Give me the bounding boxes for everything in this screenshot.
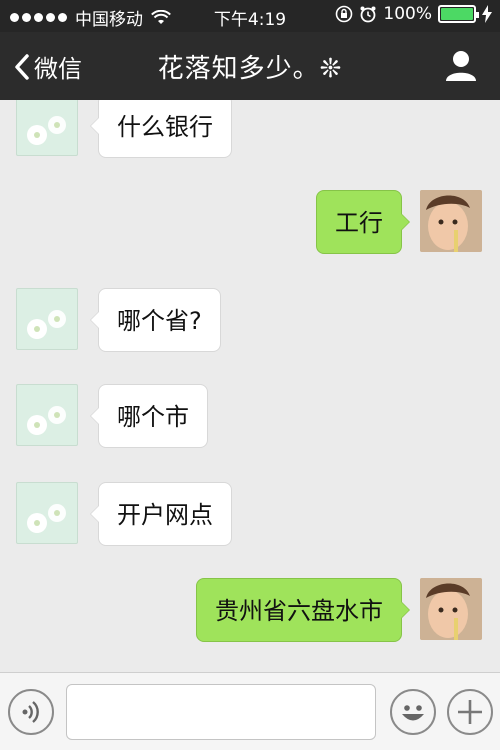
status-bar: 中国移动 下午4:19 100%	[0, 0, 500, 32]
more-button[interactable]	[447, 689, 493, 735]
voice-icon	[22, 701, 39, 723]
child-avatar-image	[420, 190, 482, 252]
my-avatar[interactable]	[420, 190, 482, 252]
message-bubble-incoming[interactable]: 哪个省?	[90, 288, 221, 352]
rotation-lock-icon	[336, 5, 353, 23]
flower-avatar-image	[27, 116, 66, 145]
charging-icon	[482, 5, 492, 23]
voice-input-button[interactable]	[8, 689, 54, 735]
nav-bar: 微信 花落知多少。❊	[0, 32, 500, 100]
chat-area[interactable]: 什么银行 工行 哪个省? 哪个市 开户网点 贵州省六盘水市	[0, 100, 500, 672]
alarm-icon	[360, 6, 376, 23]
child-avatar-image	[420, 578, 482, 640]
flower-avatar-image	[27, 406, 66, 435]
plus-icon	[458, 700, 482, 724]
message-text: 开户网点	[117, 501, 213, 529]
my-avatar[interactable]	[420, 578, 482, 640]
message-input[interactable]	[66, 684, 376, 740]
message-text: 工行	[335, 209, 383, 237]
message-bubble-incoming[interactable]: 什么银行	[90, 100, 232, 158]
profile-button[interactable]	[444, 48, 478, 86]
contact-avatar[interactable]	[16, 482, 78, 544]
flower-avatar-image	[27, 310, 66, 339]
message-text: 什么银行	[117, 113, 213, 141]
status-right: 100%	[335, 4, 492, 24]
person-icon	[446, 51, 476, 81]
battery-icon	[438, 5, 479, 23]
message-text: 哪个市	[117, 403, 189, 431]
message-bubble-incoming[interactable]: 开户网点	[90, 482, 232, 546]
input-bar	[0, 672, 500, 750]
chat-title: 花落知多少。❊	[157, 54, 343, 84]
message-text: 贵州省六盘水市	[215, 597, 383, 625]
emoji-button[interactable]	[390, 689, 436, 735]
message-text: 哪个省?	[117, 307, 202, 335]
message-bubble-outgoing[interactable]: 工行	[316, 190, 410, 254]
flower-avatar-image	[27, 504, 66, 533]
contact-avatar[interactable]	[16, 384, 78, 446]
message-bubble-incoming[interactable]: 哪个市	[90, 384, 208, 448]
contact-avatar[interactable]	[16, 100, 78, 156]
contact-avatar[interactable]	[16, 288, 78, 350]
smiley-icon	[402, 705, 424, 721]
message-bubble-outgoing[interactable]: 贵州省六盘水市	[196, 578, 410, 642]
battery-percent: 100%	[383, 4, 432, 24]
battery-fill	[441, 8, 473, 20]
